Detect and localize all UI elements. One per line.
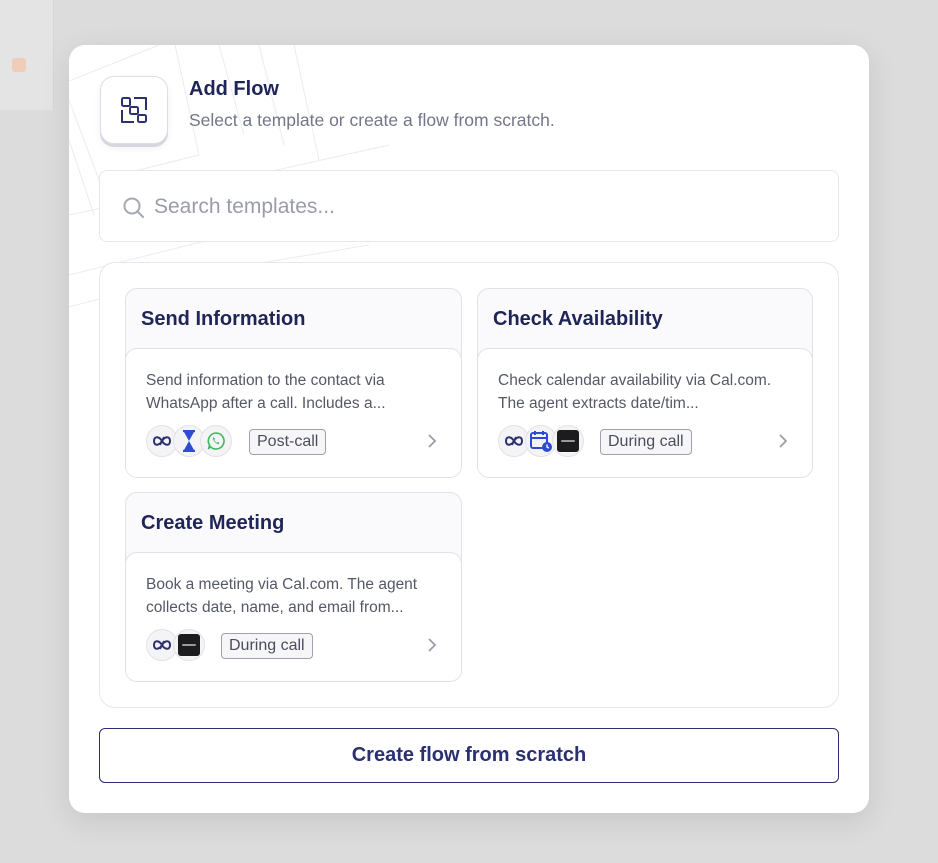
template-description: Check calendar availability via Cal.com.… (498, 372, 772, 412)
search-icon (123, 197, 144, 218)
template-icons (146, 629, 205, 661)
template-description: Send information to the contact via What… (146, 372, 386, 412)
modal-subtitle: Select a template or create a flow from … (189, 110, 555, 130)
chevron-right-icon[interactable] (427, 434, 437, 448)
calcom-icon (552, 425, 584, 457)
template-tag: During call (221, 633, 313, 659)
template-card-check-availability[interactable]: Check Availability Check calendar availa… (477, 288, 813, 478)
templates-list: Send Information Send information to the… (99, 262, 839, 708)
background-panel (0, 0, 54, 110)
template-card-create-meeting[interactable]: Create Meeting Book a meeting via Cal.co… (125, 492, 462, 682)
template-card-send-information[interactable]: Send Information Send information to the… (125, 288, 462, 478)
search-input[interactable] (154, 187, 814, 227)
chevron-right-icon[interactable] (778, 434, 788, 448)
calcom-icon (173, 629, 205, 661)
background-badge (12, 58, 26, 72)
template-body: Check calendar availability via Cal.com.… (478, 348, 812, 477)
template-icons (146, 425, 232, 457)
add-flow-modal: Add Flow Select a template or create a f… (69, 45, 869, 813)
chevron-right-icon[interactable] (427, 638, 437, 652)
search-box (99, 170, 839, 242)
header-icon-box (100, 76, 168, 144)
template-body: Send information to the contact via What… (126, 348, 461, 477)
flow-diagram-icon (121, 97, 147, 123)
template-title: Check Availability (493, 308, 663, 330)
template-description: Book a meeting via Cal.com. The agent co… (146, 576, 418, 616)
create-from-scratch-button[interactable]: Create flow from scratch (99, 728, 839, 783)
template-tag: Post-call (249, 429, 327, 455)
modal-title: Add Flow (189, 78, 279, 100)
template-body: Book a meeting via Cal.com. The agent co… (126, 552, 461, 681)
template-title: Create Meeting (141, 512, 285, 534)
template-icons (498, 425, 584, 457)
template-tag: During call (600, 429, 692, 455)
whatsapp-icon (200, 425, 232, 457)
template-title: Send Information (141, 308, 306, 330)
